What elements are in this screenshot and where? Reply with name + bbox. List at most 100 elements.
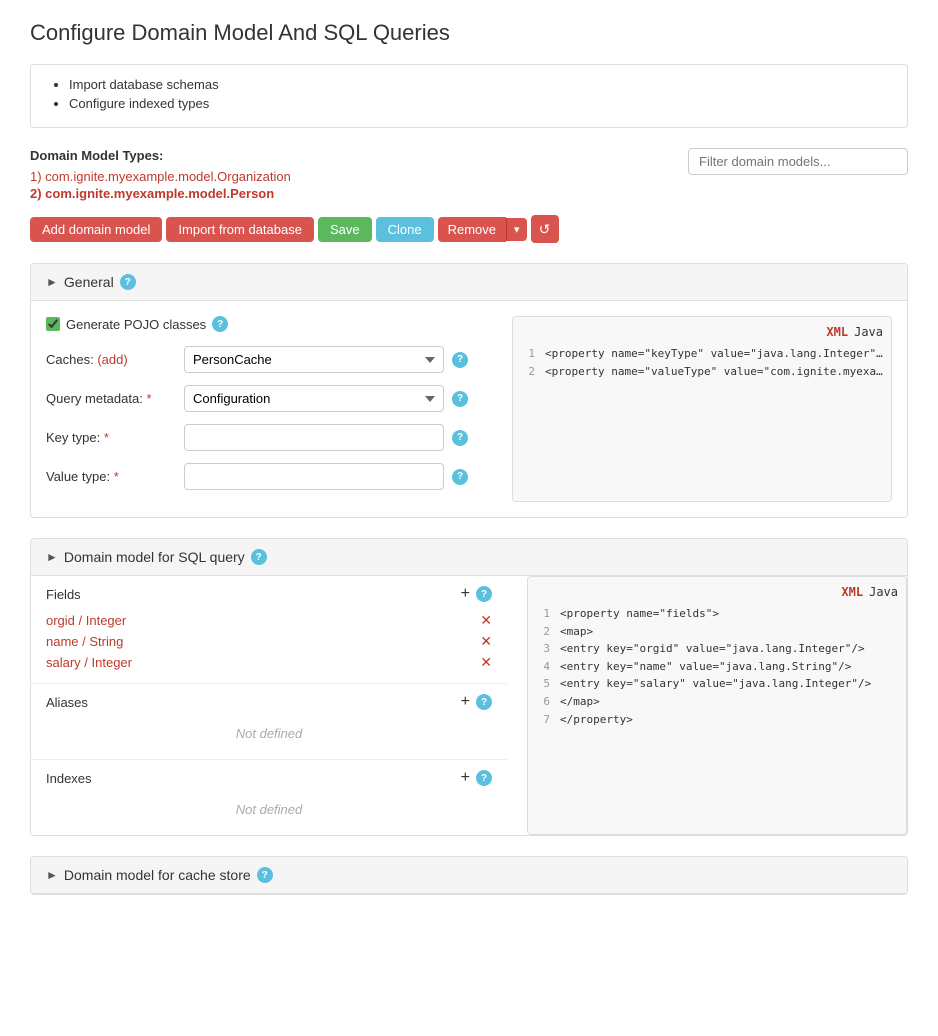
value-type-input[interactable]: com.ignite.myexample.model.Person [184, 463, 444, 490]
general-java-tab[interactable]: Java [854, 325, 883, 339]
indexes-block: Indexes + ? Not defined [31, 760, 507, 835]
query-metadata-required: * [146, 391, 151, 406]
general-form: Generate POJO classes ? Caches: (add) Pe… [46, 316, 492, 502]
sql-code-line-3: 3 <entry key="orgid" value="java.lang.In… [536, 640, 898, 658]
caches-add-link[interactable]: (add) [97, 352, 127, 367]
sql-line-num-4: 4 [536, 658, 550, 676]
sql-code-content-1: <property name="fields"> [560, 605, 719, 623]
generate-pojo-help-icon[interactable]: ? [212, 316, 228, 332]
key-type-label-text: Key type: [46, 430, 100, 445]
sql-code-line-6: 6 </map> [536, 693, 898, 711]
code-line-2: 2 <property name="valueType" value="com.… [521, 363, 883, 381]
sql-help-icon[interactable]: ? [251, 549, 267, 565]
sql-java-tab[interactable]: Java [869, 585, 898, 599]
domain-model-item-2[interactable]: 2) com.ignite.myexample.model.Person [30, 186, 291, 201]
aliases-help-icon[interactable]: ? [476, 694, 492, 710]
fields-block: Fields + ? orgid / Integer ✕ name / Stri… [31, 576, 507, 684]
import-from-database-button[interactable]: Import from database [166, 217, 314, 242]
field-item-orgid: orgid / Integer ✕ [46, 610, 492, 631]
filter-domain-models[interactable] [688, 148, 908, 175]
filter-domain-models-input[interactable] [688, 148, 908, 175]
key-type-help-icon[interactable]: ? [452, 430, 468, 446]
field-orgid-label[interactable]: orgid / Integer [46, 613, 126, 628]
caches-select[interactable]: PersonCache [184, 346, 444, 373]
cache-store-section: ► Domain model for cache store ? [30, 856, 908, 895]
field-orgid-remove[interactable]: ✕ [480, 612, 492, 629]
generate-pojo-label: Generate POJO classes [66, 317, 206, 332]
domain-model-types-label: Domain Model Types: [30, 148, 291, 163]
query-metadata-help-icon[interactable]: ? [452, 391, 468, 407]
page-title: Configure Domain Model And SQL Queries [30, 20, 908, 46]
sql-code-line-1: 1 <property name="fields"> [536, 605, 898, 623]
sql-code-content-3: <entry key="orgid" value="java.lang.Inte… [560, 640, 865, 658]
sql-line-num-2: 2 [536, 623, 550, 641]
general-code-area: 1 <property name="keyType" value="java.l… [521, 345, 883, 380]
remove-dropdown-button[interactable]: ▾ [506, 218, 527, 241]
toolbar: Add domain model Import from database Sa… [30, 215, 908, 243]
field-name-remove[interactable]: ✕ [480, 633, 492, 650]
aliases-add-icon[interactable]: + [461, 694, 470, 710]
caches-row: Caches: (add) PersonCache ? [46, 346, 492, 373]
line-num-2: 2 [521, 363, 535, 381]
key-type-input[interactable]: Integer [184, 424, 444, 451]
caches-label-text: Caches: [46, 352, 94, 367]
cache-store-title: Domain model for cache store [64, 867, 251, 883]
code-content-1: <property name="keyType" value="java.lan… [545, 345, 883, 363]
value-type-help-icon[interactable]: ? [452, 469, 468, 485]
field-salary-label[interactable]: salary / Integer [46, 655, 132, 670]
clone-button[interactable]: Clone [376, 217, 434, 242]
indexes-add-icon[interactable]: + [461, 770, 470, 786]
sql-code-content-2: <map> [560, 623, 593, 641]
sql-xml-tab[interactable]: XML [841, 585, 863, 599]
general-xml-tab[interactable]: XML [826, 325, 848, 339]
sql-section-header: ► Domain model for SQL query ? [31, 539, 907, 576]
sql-line-num-7: 7 [536, 711, 550, 729]
fields-block-header: Fields + ? [46, 586, 492, 602]
aliases-title: Aliases [46, 695, 88, 710]
cache-store-arrow-icon: ► [46, 868, 58, 882]
field-item-salary: salary / Integer ✕ [46, 652, 492, 673]
sql-code-panel: XML Java 1 <property name="fields"> 2 <m… [527, 576, 907, 835]
sql-code-content-6: </map> [560, 693, 600, 711]
fields-actions: + ? [461, 586, 492, 602]
intro-item-1: Import database schemas [69, 77, 889, 92]
key-type-row: Key type: * Integer ? [46, 424, 492, 451]
generate-pojo-checkbox[interactable] [46, 317, 60, 331]
cache-store-section-header: ► Domain model for cache store ? [31, 857, 907, 894]
fields-add-icon[interactable]: + [461, 586, 470, 602]
aliases-not-defined: Not defined [46, 718, 492, 749]
general-help-icon[interactable]: ? [120, 274, 136, 290]
code-line-1: 1 <property name="keyType" value="java.l… [521, 345, 883, 363]
field-salary-remove[interactable]: ✕ [480, 654, 492, 671]
general-section: ► General ? Generate POJO classes ? Cach… [30, 263, 908, 518]
remove-button[interactable]: Remove [438, 217, 506, 242]
indexes-help-icon[interactable]: ? [476, 770, 492, 786]
field-name-label[interactable]: name / String [46, 634, 123, 649]
general-code-panel: XML Java 1 <property name="keyType" valu… [512, 316, 892, 502]
save-button[interactable]: Save [318, 217, 372, 242]
add-domain-model-button[interactable]: Add domain model [30, 217, 162, 242]
sql-code-content-5: <entry key="salary" value="java.lang.Int… [560, 675, 871, 693]
cache-store-help-icon[interactable]: ? [257, 867, 273, 883]
sql-code-line-4: 4 <entry key="name" value="java.lang.Str… [536, 658, 898, 676]
sql-xml-java-toggle: XML Java [536, 585, 898, 599]
sql-arrow-icon: ► [46, 550, 58, 564]
sql-left-panel: Fields + ? orgid / Integer ✕ name / Stri… [31, 576, 507, 835]
sql-section: ► Domain model for SQL query ? Fields + … [30, 538, 908, 836]
sql-line-num-1: 1 [536, 605, 550, 623]
query-metadata-label-text: Query metadata: [46, 391, 143, 406]
aliases-block: Aliases + ? Not defined [31, 684, 507, 760]
sql-title: Domain model for SQL query [64, 549, 245, 565]
general-title: General [64, 274, 114, 290]
key-type-required: * [104, 430, 109, 445]
value-type-row: Value type: * com.ignite.myexample.model… [46, 463, 492, 490]
domain-model-item-1[interactable]: 1) com.ignite.myexample.model.Organizati… [30, 169, 291, 184]
aliases-actions: + ? [461, 694, 492, 710]
reset-button[interactable]: ↺ [531, 215, 559, 243]
sql-code-content-7: </property> [560, 711, 633, 729]
code-content-2: <property name="valueType" value="com.ig… [545, 363, 883, 381]
general-section-header: ► General ? [31, 264, 907, 301]
fields-help-icon[interactable]: ? [476, 586, 492, 602]
query-metadata-select[interactable]: Configuration [184, 385, 444, 412]
caches-help-icon[interactable]: ? [452, 352, 468, 368]
